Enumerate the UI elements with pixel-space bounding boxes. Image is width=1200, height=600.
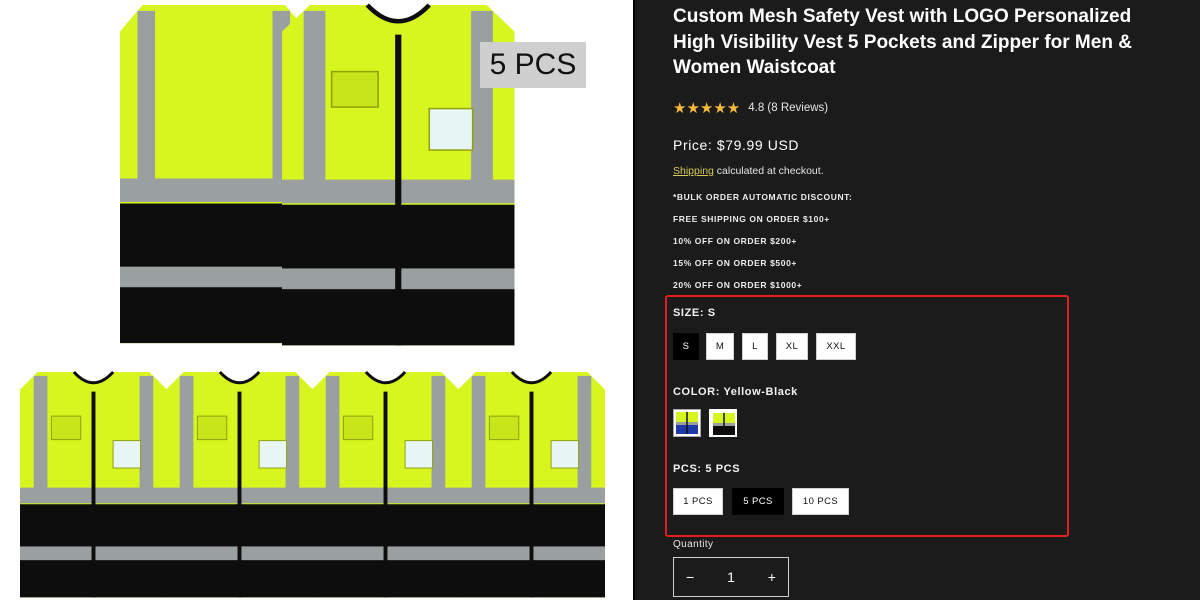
- shipping-link[interactable]: Shipping: [673, 165, 714, 177]
- rating-text[interactable]: 4.8 (8 Reviews): [748, 102, 828, 114]
- vest-thumbnail-icon: [713, 413, 735, 435]
- size-option-xl[interactable]: XL: [776, 333, 808, 360]
- minus-icon[interactable]: −: [686, 569, 694, 585]
- pcs-badge: 5 PCS: [480, 42, 586, 88]
- vest-collage: [18, 0, 607, 600]
- bulk-discount-line: 10% OFF ON ORDER $200+: [673, 236, 797, 246]
- product-info: Custom Mesh Safety Vest with LOGO Person…: [635, 0, 1200, 600]
- color-label: COLOR: Yellow-Black: [673, 386, 798, 398]
- bulk-discount-line: FREE SHIPPING ON ORDER $100+: [673, 214, 830, 224]
- pcs-label: PCS: 5 PCS: [673, 463, 741, 475]
- pcs-option-10[interactable]: 10 PCS: [792, 488, 849, 515]
- pcs-option-5[interactable]: 5 PCS: [732, 488, 784, 515]
- size-option-l[interactable]: L: [742, 333, 768, 360]
- product-image[interactable]: 5 PCS: [0, 0, 633, 600]
- color-swatch-yellow-blue[interactable]: [673, 409, 701, 437]
- size-option-xxl[interactable]: XXL: [816, 333, 856, 360]
- quantity-label: Quantity: [673, 539, 714, 550]
- size-label: SIZE: S: [673, 307, 716, 319]
- size-option-s[interactable]: S: [673, 333, 699, 360]
- plus-icon[interactable]: +: [768, 569, 776, 585]
- color-swatch-yellow-black[interactable]: [709, 409, 737, 437]
- price: Price: $79.99 USD: [673, 137, 800, 153]
- pcs-option-1[interactable]: 1 PCS: [673, 488, 723, 515]
- shipping-note: Shipping calculated at checkout.: [673, 165, 824, 177]
- quantity-value[interactable]: 1: [727, 569, 735, 585]
- bulk-discount-line: 20% OFF ON ORDER $1000+: [673, 280, 803, 290]
- star-icons: ★★★★★: [673, 100, 741, 117]
- quantity-stepper[interactable]: − 1 +: [673, 557, 789, 597]
- bulk-discount-line: 15% OFF ON ORDER $500+: [673, 258, 797, 268]
- product-title: Custom Mesh Safety Vest with LOGO Person…: [673, 6, 1132, 78]
- size-option-m[interactable]: M: [706, 333, 734, 360]
- rating[interactable]: ★★★★★ 4.8 (8 Reviews): [673, 99, 828, 117]
- vest-thumbnail-icon: [676, 412, 698, 434]
- bulk-discount-heading: *BULK ORDER AUTOMATIC DISCOUNT:: [673, 192, 853, 202]
- shipping-text: calculated at checkout.: [713, 165, 824, 177]
